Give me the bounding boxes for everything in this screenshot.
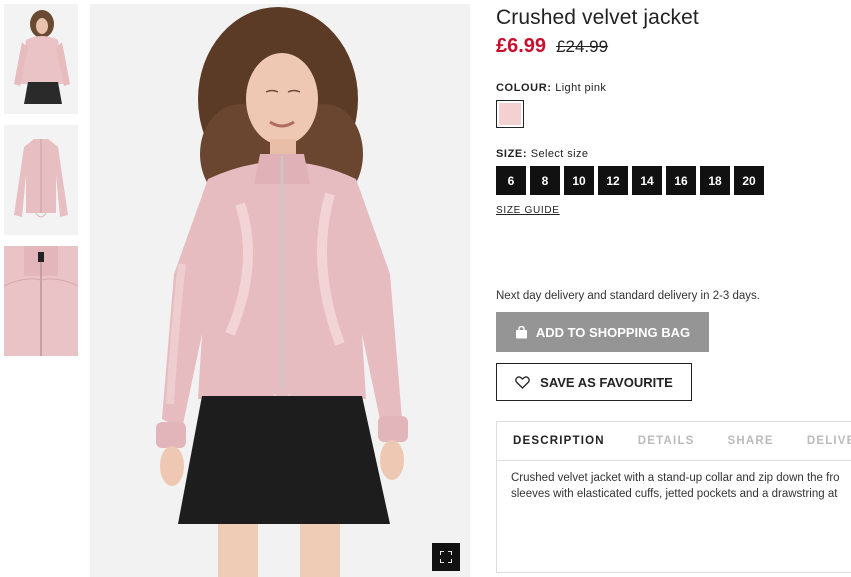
main-product-image[interactable] — [90, 4, 470, 577]
collar-thumbnail-image — [4, 246, 78, 356]
save-favourite-button[interactable]: SAVE AS FAVOURITE — [496, 363, 692, 401]
product-photo — [90, 4, 470, 577]
colour-swatch-light-pink[interactable] — [496, 100, 524, 128]
original-price: £24.99 — [556, 37, 609, 56]
size-guide-link[interactable]: SIZE GUIDE — [496, 205, 560, 216]
add-to-bag-button[interactable]: ADD TO SHOPPING BAG — [496, 312, 709, 352]
product-title: Crushed velvet jacket — [496, 6, 699, 29]
add-to-bag-label: ADD TO SHOPPING BAG — [535, 324, 691, 340]
colour-label-row: COLOUR: Light pink — [496, 82, 851, 94]
size-option-8[interactable]: 8 — [530, 166, 560, 195]
model-thumbnail-image — [4, 4, 78, 114]
tab-details[interactable]: DETAILS — [638, 435, 695, 447]
thumbnail-list — [4, 4, 78, 367]
description-text: Crushed velvet jacket with a stand-up co… — [497, 461, 851, 502]
tab-share[interactable]: SHARE — [728, 435, 774, 447]
info-tabs-panel: DESCRIPTION DETAILS SHARE DELIVERY Crush… — [496, 421, 851, 573]
fullscreen-icon — [440, 551, 452, 563]
sale-price: £6.99 — [496, 35, 547, 57]
size-value: Select size — [530, 148, 589, 160]
jacket-thumbnail-image — [4, 125, 78, 235]
colour-label: COLOUR: — [496, 82, 552, 94]
size-option-16[interactable]: 16 — [666, 166, 696, 195]
tab-description[interactable]: DESCRIPTION — [513, 435, 605, 447]
tab-delivery[interactable]: DELIVERY — [807, 435, 851, 447]
thumbnail-flat-jacket[interactable] — [4, 125, 78, 235]
shopping-bag-icon — [515, 325, 527, 338]
thumbnail-collar-detail[interactable] — [4, 246, 78, 356]
size-options: 6 8 10 12 14 16 18 20 — [496, 166, 851, 195]
product-details: Crushed velvet jacket £6.99 £24.99 COLOU… — [496, 0, 851, 573]
info-tabs: DESCRIPTION DETAILS SHARE DELIVERY — [497, 422, 851, 461]
thumbnail-model-front[interactable] — [4, 4, 78, 114]
fullscreen-button[interactable] — [432, 543, 460, 571]
delivery-note: Next day delivery and standard delivery … — [496, 290, 761, 302]
save-favourite-label: SAVE AS FAVOURITE — [540, 374, 673, 390]
description-line-2: sleeves with elasticated cuffs, jetted p… — [511, 488, 838, 500]
price-row: £6.99 £24.99 — [496, 35, 851, 58]
heart-icon — [515, 375, 531, 389]
swatch-fill — [499, 103, 521, 125]
size-label: SIZE: — [496, 148, 528, 160]
size-option-10[interactable]: 10 — [564, 166, 594, 195]
size-option-18[interactable]: 18 — [700, 166, 730, 195]
size-option-6[interactable]: 6 — [496, 166, 526, 195]
size-option-12[interactable]: 12 — [598, 166, 628, 195]
colour-value: Light pink — [555, 82, 607, 94]
size-option-20[interactable]: 20 — [734, 166, 764, 195]
size-label-row: SIZE: Select size — [496, 148, 851, 160]
description-line-1: Crushed velvet jacket with a stand-up co… — [511, 472, 840, 484]
size-option-14[interactable]: 14 — [632, 166, 662, 195]
